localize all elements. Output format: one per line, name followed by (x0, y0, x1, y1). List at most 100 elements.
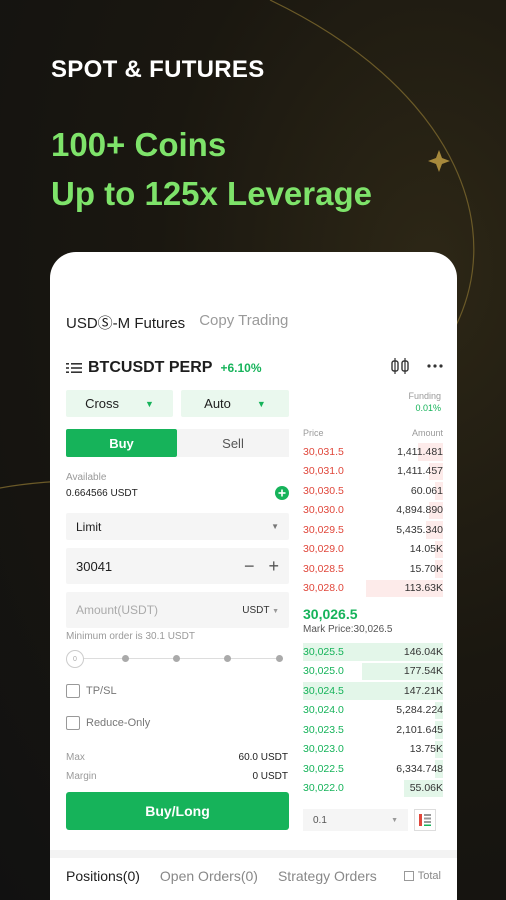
side-toggle: Buy Sell (66, 429, 289, 457)
price-value: 30041 (76, 558, 113, 574)
tab-copy-trading[interactable]: Copy Trading (199, 312, 288, 333)
bids-list: 30,025.5 146.04K 30,025.0 177.54K 30,024.5 14… (303, 642, 443, 798)
slider-step[interactable] (173, 655, 180, 662)
ask-row[interactable]: 30,029.5 5,435.340 (303, 520, 443, 540)
amount-input[interactable]: Amount(USDT) USDT ▼ (66, 592, 289, 628)
order-type-value: Limit (76, 519, 102, 534)
buy-tab[interactable]: Buy (66, 429, 177, 457)
top-icons (391, 358, 443, 374)
caret-down-icon: ▼ (145, 398, 154, 409)
ask-row[interactable]: 30,031.0 1,411.457 (303, 462, 443, 482)
row-price: 30,022.5 (303, 762, 344, 775)
slider-step[interactable] (224, 655, 231, 662)
row-price: 30,030.0 (303, 504, 344, 517)
precision-select[interactable]: 0.1 ▼ (303, 809, 408, 831)
row-price: 30,024.5 (303, 684, 344, 697)
row-amount: 5,435.340 (396, 523, 443, 536)
minus-icon[interactable]: − (244, 556, 255, 577)
ask-row[interactable]: 30,031.5 1,411.481 (303, 442, 443, 462)
margin-mode-label: Cross (85, 396, 120, 411)
caret-down-icon: ▼ (271, 522, 279, 531)
total-label: Total (417, 870, 441, 882)
order-type-select[interactable]: Limit ▼ (66, 513, 289, 540)
caret-down-icon: ▼ (256, 398, 266, 409)
amount-slider[interactable]: 0 (66, 650, 289, 668)
row-amount: 14.05K (409, 543, 443, 556)
symbol-name: BTCUSDT PERP (88, 359, 213, 376)
row-amount: 146.04K (403, 645, 443, 658)
row-amount: 177.54K (403, 665, 443, 678)
tab-positions[interactable]: Positions(0) (66, 868, 140, 884)
precision-value: 0.1 (313, 814, 327, 826)
slider-step[interactable] (276, 655, 283, 662)
menu-icon[interactable] (66, 362, 82, 374)
ask-row[interactable]: 30,028.0 113.63K (303, 579, 443, 599)
plus-circle-icon[interactable] (275, 486, 289, 505)
price-header: Price (303, 428, 324, 438)
row-price: 30,031.5 (303, 445, 344, 458)
margin-label: Margin (66, 771, 97, 782)
ask-row[interactable]: 30,030.0 4,894.890 (303, 501, 443, 521)
price-input[interactable]: 30041 − + (66, 548, 289, 584)
row-amount: 13.75K (409, 743, 443, 756)
leverage-select[interactable]: Auto ▼ (181, 390, 289, 417)
row-amount: 4,894.890 (396, 504, 443, 517)
buy-long-button[interactable]: Buy/Long (66, 792, 289, 830)
row-price: 30,030.5 (303, 484, 344, 497)
phone-screen: USDⓈ-M Futures Copy Trading BTCUSDT PERP… (50, 252, 457, 900)
chart-icon[interactable] (391, 358, 409, 374)
tab-strategy-orders[interactable]: Strategy Orders (278, 868, 377, 884)
row-amount: 147.21K (403, 684, 443, 697)
order-book-header: Price Amount (303, 428, 443, 442)
bid-row[interactable]: 30,024.5 147.21K (303, 681, 443, 701)
margin-mode-select[interactable]: Cross ▼ (66, 390, 173, 417)
slider-thumb[interactable]: 0 (66, 650, 84, 668)
slider-step[interactable] (122, 655, 129, 662)
row-amount: 15.70K (409, 562, 443, 575)
checkbox-icon[interactable] (66, 716, 80, 730)
row-price: 30,023.5 (303, 723, 344, 736)
max-label: Max (66, 752, 85, 763)
bid-row[interactable]: 30,023.5 2,101.645 (303, 720, 443, 740)
tpsl-checkbox[interactable]: TP/SL (66, 684, 117, 698)
promo-tagline: SPOT & FUTURES (51, 56, 265, 83)
headline-line-2: Up to 125x Leverage (51, 175, 372, 212)
bid-row[interactable]: 30,022.5 6,334.748 (303, 759, 443, 779)
bid-row[interactable]: 30,023.0 13.75K (303, 740, 443, 760)
bid-row[interactable]: 30,025.5 146.04K (303, 642, 443, 662)
mid-price[interactable]: 30,026.5 (303, 606, 443, 622)
caret-down-icon: ▼ (272, 607, 279, 615)
bid-row[interactable]: 30,022.0 55.06K (303, 779, 443, 799)
symbol-header[interactable]: BTCUSDT PERP +6.10% (66, 359, 262, 377)
total-filter[interactable]: Total (397, 870, 441, 882)
checkbox-icon[interactable] (403, 871, 414, 881)
asks-list: 30,031.5 1,411.481 30,031.0 1,411.457 30,030… (303, 442, 443, 598)
row-price: 30,022.0 (303, 782, 344, 795)
row-amount: 2,101.645 (396, 723, 443, 736)
tab-usdm-futures[interactable]: USDⓈ-M Futures (66, 312, 185, 333)
amount-header: Amount (411, 428, 443, 438)
bid-row[interactable]: 30,025.0 177.54K (303, 662, 443, 682)
more-icon[interactable] (427, 358, 443, 374)
leverage-label: Auto (204, 396, 231, 411)
checkbox-icon[interactable] (66, 684, 80, 698)
amount-placeholder: Amount(USDT) (76, 603, 159, 617)
row-amount: 6,334.748 (396, 762, 443, 775)
mark-price: Mark Price:30,026.5 (303, 624, 393, 635)
amount-unit-select[interactable]: USDT ▼ (242, 605, 279, 616)
row-amount: 60.061 (410, 484, 443, 497)
tab-open-orders[interactable]: Open Orders(0) (160, 868, 258, 884)
reduce-only-label: Reduce-Only (86, 717, 151, 729)
grid-icon[interactable] (414, 809, 436, 831)
ask-row[interactable]: 30,028.5 15.70K (303, 559, 443, 579)
reduce-only-checkbox[interactable]: Reduce-Only (66, 716, 150, 730)
row-amount: 1,411.481 (397, 445, 443, 458)
ask-row[interactable]: 30,030.5 60.061 (303, 481, 443, 501)
sell-tab[interactable]: Sell (177, 429, 289, 457)
ask-row[interactable]: 30,029.0 14.05K (303, 540, 443, 560)
plus-icon[interactable]: + (268, 556, 279, 577)
top-tabs: USDⓈ-M Futures Copy Trading (66, 312, 288, 333)
promo-headline: 100+ Coins Up to 125x Leverage (51, 120, 372, 218)
min-order-note: Minimum order is 30.1 USDT (66, 631, 195, 642)
bid-row[interactable]: 30,024.0 5,284.224 (303, 701, 443, 721)
